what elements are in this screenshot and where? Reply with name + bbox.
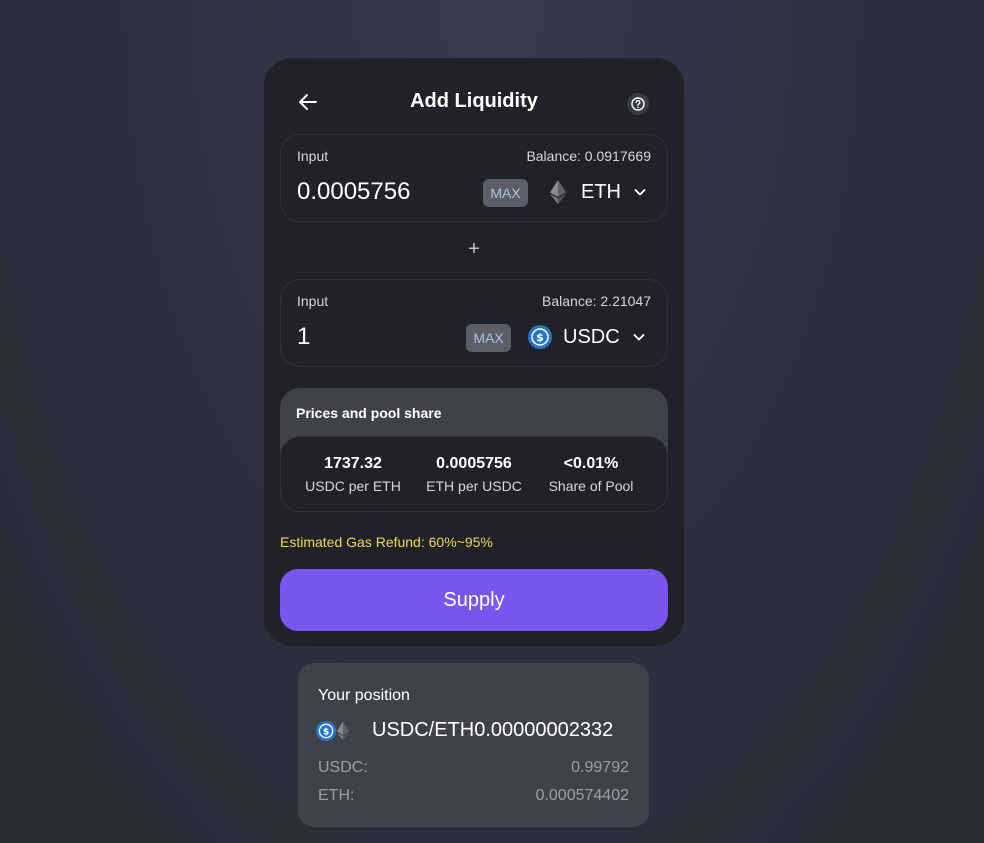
prices-stats: 1737.32 USDC per ETH 0.0005756 ETH per U…	[280, 436, 668, 512]
amount-input-usdc[interactable]	[297, 322, 467, 352]
svg-text:$: $	[536, 331, 544, 344]
eth-icon	[545, 179, 571, 205]
input-label: Input	[297, 293, 329, 309]
pair-icons: $	[316, 720, 356, 741]
add-liquidity-card: Add Liquidity Input Balance: 0.0917669 M…	[264, 58, 684, 646]
position-pair: $ USDC/ETH0.00000002332	[316, 719, 613, 742]
usdc-icon: $	[527, 324, 553, 350]
stat-label: USDC per ETH	[305, 478, 401, 494]
input-panel-eth: Input Balance: 0.0917669 MAX ETH	[280, 134, 668, 222]
svg-text:$: $	[323, 726, 329, 737]
usdc-icon: $	[316, 720, 336, 741]
help-button[interactable]	[627, 93, 649, 115]
stat-eth-per-usdc: 0.0005756 ETH per USDC	[414, 455, 534, 494]
chevron-down-icon	[633, 334, 645, 341]
token-select-usdc[interactable]: $ USDC	[527, 322, 646, 352]
row-key: ETH:	[318, 787, 355, 804]
plus-separator: +	[468, 238, 480, 260]
prices-and-pool-share: Prices and pool share 1737.32 USDC per E…	[280, 388, 668, 512]
prices-title: Prices and pool share	[296, 405, 442, 421]
chevron-down-icon	[634, 189, 646, 196]
stat-value: 0.0005756	[436, 455, 512, 472]
eth-icon	[336, 721, 350, 740]
gas-refund-notice: Estimated Gas Refund: 60%~95%	[280, 534, 493, 550]
max-button[interactable]: MAX	[466, 324, 511, 352]
stat-value: <0.01%	[563, 455, 619, 472]
stat-usdc-per-eth: 1737.32 USDC per ETH	[293, 455, 413, 494]
position-title: Your position	[318, 687, 410, 704]
input-label: Input	[297, 148, 329, 164]
input-panel-usdc: Input Balance: 2.21047 MAX $ USDC	[280, 279, 668, 367]
balance-label: Balance: 0.0917669	[526, 148, 651, 164]
question-circle-icon	[631, 97, 645, 111]
your-position-card: Your position $ USDC/ETH0.00000002332 US…	[298, 663, 649, 827]
amount-input-eth[interactable]	[297, 177, 467, 207]
token-symbol: USDC	[563, 325, 620, 348]
supply-button[interactable]: Supply	[280, 569, 668, 631]
balance-label: Balance: 2.21047	[542, 293, 651, 309]
stat-share-of-pool: <0.01% Share of Pool	[531, 455, 651, 494]
row-value: 0.000574402	[535, 787, 629, 804]
stat-value: 1737.32	[324, 455, 382, 472]
page-title: Add Liquidity	[410, 90, 538, 112]
token-symbol: ETH	[581, 180, 621, 203]
max-button[interactable]: MAX	[483, 179, 528, 207]
position-pair-text: USDC/ETH0.00000002332	[372, 719, 614, 741]
stat-label: Share of Pool	[548, 478, 634, 494]
stat-label: ETH per USDC	[426, 478, 522, 494]
token-select-eth[interactable]: ETH	[545, 177, 647, 207]
row-key: USDC:	[318, 759, 368, 776]
row-value: 0.99792	[571, 759, 629, 776]
